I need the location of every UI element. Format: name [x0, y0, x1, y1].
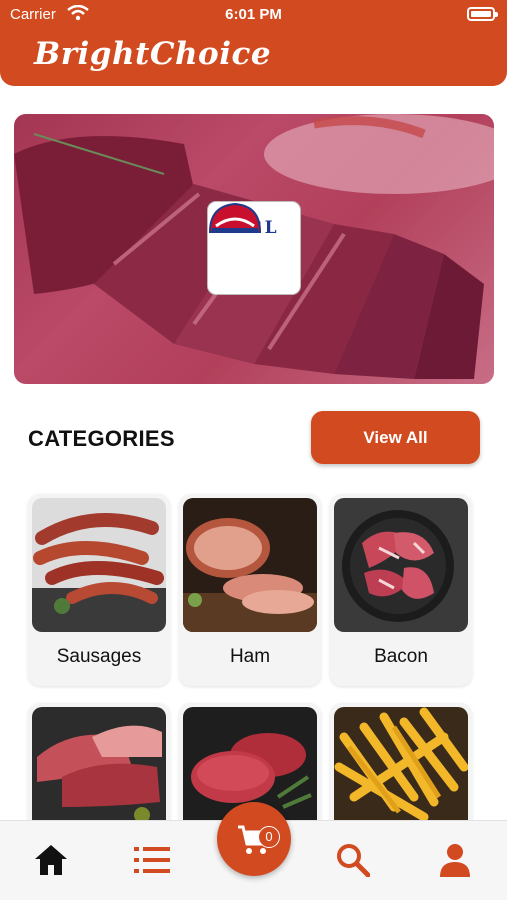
battery-icon — [467, 7, 498, 21]
ham-image — [183, 498, 317, 632]
categories-heading: CATEGORIES — [28, 426, 175, 451]
category-label: Sausages — [56, 646, 142, 667]
home-icon[interactable] — [33, 843, 69, 877]
profile-icon[interactable] — [440, 843, 470, 877]
category-label: Bacon — [374, 646, 428, 667]
app-title: BrightChoice — [34, 36, 272, 72]
farmers-choice-seal-icon — [208, 202, 262, 233]
status-bar: Carrier 6:01 PM — [0, 0, 507, 30]
hero-banner[interactable]: BCL — [14, 114, 494, 384]
category-label: Ham — [229, 646, 271, 667]
search-icon[interactable] — [336, 843, 370, 877]
category-card-bacon[interactable]: Bacon — [330, 494, 472, 686]
brand-logo: BCL — [207, 201, 301, 295]
category-card-ham[interactable]: Ham — [179, 494, 321, 686]
list-icon[interactable] — [134, 845, 170, 875]
app-header: Carrier 6:01 PM BrightChoice — [0, 0, 507, 86]
sausages-image — [32, 498, 166, 632]
cart-count-badge: 0 — [258, 826, 280, 848]
category-card-sausages[interactable]: Sausages — [28, 494, 170, 686]
bacon-image — [334, 498, 468, 632]
view-all-button[interactable]: View All — [311, 411, 480, 464]
cart-button[interactable] — [217, 802, 291, 876]
status-time: 6:01 PM — [225, 6, 282, 23]
